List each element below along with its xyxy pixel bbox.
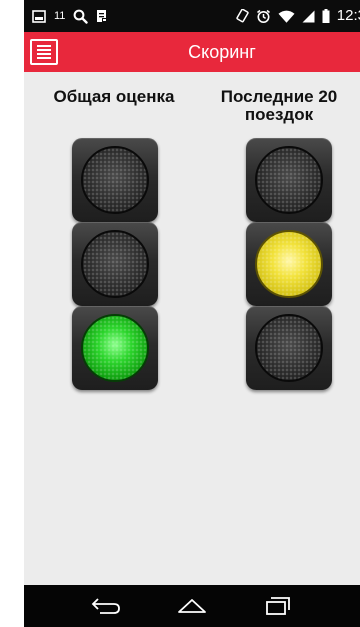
phone-screen: 11 12:3 [24,0,360,627]
home-button[interactable] [162,585,222,627]
home-icon [177,598,207,614]
battery-icon [322,9,330,23]
top-lamp [255,146,323,214]
light-housing [72,222,158,306]
middle-lamp [81,230,149,298]
light-housing [246,306,332,390]
image-icon [32,9,46,23]
light-housing [72,306,158,390]
top-lamp [81,146,149,214]
document-icon [96,9,108,23]
navigation-bar [24,585,360,627]
light-housing [72,138,158,222]
back-button[interactable] [76,585,136,627]
status-bar-right: 12:3 [236,8,360,24]
overall-rating-title: Общая оценка [53,87,175,106]
back-icon [90,597,122,615]
light-housing [246,138,332,222]
status-bar-left: 11 [32,8,108,24]
light-housing [246,222,332,306]
recents-button[interactable] [248,585,308,627]
orientation-icon [236,9,249,23]
app-bar: Скоринг [24,32,360,72]
recents-icon [265,596,291,616]
notification-count: 11 [54,10,66,22]
status-bar: 11 12:3 [24,0,360,32]
status-time: 12:3 [336,7,360,24]
signal-icon [302,10,315,23]
bottom-lamp [255,314,323,382]
search-icon [73,9,89,24]
page-title: Скоринг [188,42,256,62]
alarm-icon [256,9,271,24]
wifi-icon [278,10,295,23]
bottom-lamp [81,314,149,382]
middle-lamp [255,230,323,298]
last-trips-title: Последние 20 поездок [220,87,338,124]
